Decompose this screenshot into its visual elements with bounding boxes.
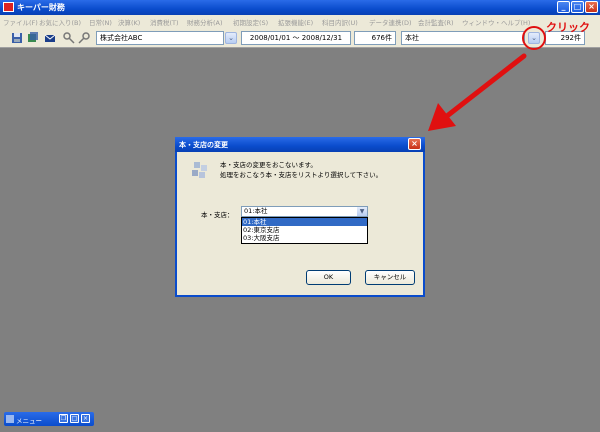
branch-option-list: 01:本社 02:東京支店 03:大阪支店 (241, 217, 368, 244)
menu-consumption-tax[interactable]: 消費税(T) (150, 17, 179, 27)
menu-file[interactable]: ファイル(F) (3, 17, 38, 27)
save-all-icon[interactable] (27, 32, 39, 44)
dialog-body: 本・支店の変更をおこないます。 処理をおこなう本・支店をリストより選択して下さい… (177, 152, 423, 295)
branch-option-honsha[interactable]: 01:本社 (242, 218, 367, 226)
company-field[interactable]: 株式会社ABC (96, 31, 224, 45)
dialog-title-bar: 本・支店の変更 × (175, 137, 425, 152)
dialog-title: 本・支店の変更 (179, 141, 228, 149)
branch-option-tokyo[interactable]: 02:東京支店 (242, 226, 367, 234)
menu-window-help[interactable]: ウィンドウ・ヘルプ(H) (462, 17, 530, 27)
key-icon[interactable] (78, 32, 90, 44)
branch-field[interactable]: 本社 (401, 31, 525, 45)
menu-initial-settings[interactable]: 初期設定(S) (233, 17, 268, 27)
minimized-window-title: メニュー (16, 417, 42, 425)
minimize-button[interactable]: _ (557, 1, 570, 13)
dialog-message-line1: 本・支店の変更をおこないます。 (220, 161, 317, 169)
menu-account-details[interactable]: 科目内訳(U) (322, 17, 358, 27)
restore-button[interactable]: ❐ (59, 414, 68, 423)
maximize-mini-button[interactable]: □ (70, 414, 79, 423)
info-icon (192, 162, 207, 178)
company-dropdown-button[interactable]: ⌄ (225, 32, 237, 44)
search-key-icon[interactable] (63, 32, 75, 44)
menu-closing[interactable]: 決算(K) (118, 17, 140, 27)
dialog-message: 本・支店の変更をおこないます。 処理をおこなう本・支店をリストより選択して下さい… (220, 160, 382, 180)
ok-button[interactable]: OK (306, 270, 351, 285)
dialog-message-line2: 処理をおこなう本・支店をリストより選択して下さい。 (220, 171, 383, 179)
toolbar: 株式会社ABC ⌄ 2008/01/01 ～ 2008/12/31 676件 本… (0, 28, 600, 48)
menu-daily[interactable]: 日常(N) (89, 17, 112, 27)
branch-select-value: 01:本社 (244, 207, 268, 215)
branch-label: 本・支店： (201, 211, 234, 219)
entry-count: 676件 (354, 31, 396, 45)
menu-extensions[interactable]: 拡張機能(E) (278, 17, 313, 27)
period-field[interactable]: 2008/01/01 ～ 2008/12/31 (241, 31, 351, 45)
menu-bar: ファイル(F) お気に入り(B) 日常(N) 決算(K) 消費税(T) 財務分析… (0, 15, 600, 28)
annotation-label: クリック (546, 21, 590, 34)
dialog-close-button[interactable]: × (408, 138, 421, 150)
branch-dropdown-button[interactable]: ⌄ (528, 32, 540, 44)
cancel-button[interactable]: キャンセル (365, 270, 415, 285)
close-mini-button[interactable]: × (81, 414, 90, 423)
window-icon (6, 415, 14, 423)
menu-favorites[interactable]: お気に入り(B) (39, 17, 81, 27)
main-title-bar: キーパー財務 _ □ × (0, 0, 600, 15)
app-logo-icon (3, 2, 14, 12)
minimized-menu-window[interactable]: メニュー ❐ □ × (4, 412, 94, 426)
close-button[interactable]: × (585, 1, 598, 13)
maximize-button[interactable]: □ (571, 1, 584, 13)
save-icon[interactable] (11, 32, 23, 44)
branch-select[interactable]: 01:本社 ▼ (241, 206, 368, 217)
menu-audit[interactable]: 会計監査(R) (418, 17, 454, 27)
menu-financial-analysis[interactable]: 財務分析(A) (187, 17, 223, 27)
mail-icon[interactable] (44, 32, 56, 44)
branch-option-osaka[interactable]: 03:大阪支店 (242, 234, 367, 242)
window-title: キーパー財務 (17, 3, 65, 12)
chevron-down-icon[interactable]: ▼ (357, 207, 367, 216)
menu-data-link[interactable]: データ連携(D) (369, 17, 412, 27)
